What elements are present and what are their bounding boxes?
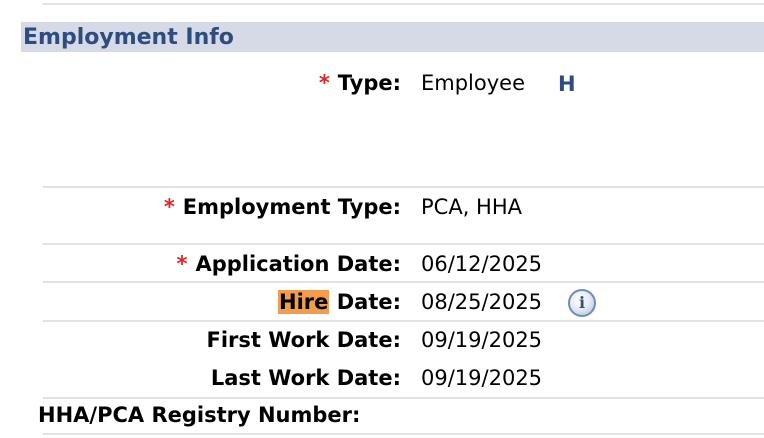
bottom-divider (43, 433, 764, 435)
row-divider (43, 397, 764, 399)
employment-type-value: PCA, HHA (421, 195, 522, 219)
type-label-text: Type: (337, 71, 401, 95)
row-divider (43, 186, 764, 188)
type-value: Employee (421, 71, 526, 95)
hire-date-label: Hire Date: (278, 290, 401, 314)
last-work-date-value: 09/19/2025 (421, 366, 543, 390)
employment-type-label-text: Employment Type: (182, 195, 401, 219)
required-marker: * (176, 252, 188, 276)
type-h-link[interactable]: H (558, 72, 576, 96)
application-date-value: 06/12/2025 (421, 252, 543, 276)
hire-highlight: Hire (278, 290, 330, 314)
section-header: Employment Info (21, 22, 764, 52)
hire-date-label-text: Date: (329, 290, 401, 314)
last-work-date-label: Last Work Date: (210, 366, 401, 390)
required-marker: * (163, 195, 175, 219)
type-label: * Type: (319, 71, 401, 95)
registry-number-label: HHA/PCA Registry Number: (38, 403, 361, 427)
application-date-label-text: Application Date: (195, 252, 401, 276)
section-title: Employment Info (23, 25, 234, 50)
employment-type-label: * Employment Type: (164, 195, 401, 219)
hire-date-value: 08/25/2025 (421, 290, 543, 314)
row-divider (43, 320, 764, 322)
required-marker: * (318, 71, 330, 95)
top-divider (43, 3, 764, 5)
row-divider (43, 243, 764, 245)
first-work-date-label: First Work Date: (206, 328, 401, 352)
application-date-label: * Application Date: (176, 252, 401, 276)
first-work-date-value: 09/19/2025 (421, 328, 543, 352)
info-icon[interactable]: i (568, 289, 596, 317)
row-divider (43, 281, 764, 283)
